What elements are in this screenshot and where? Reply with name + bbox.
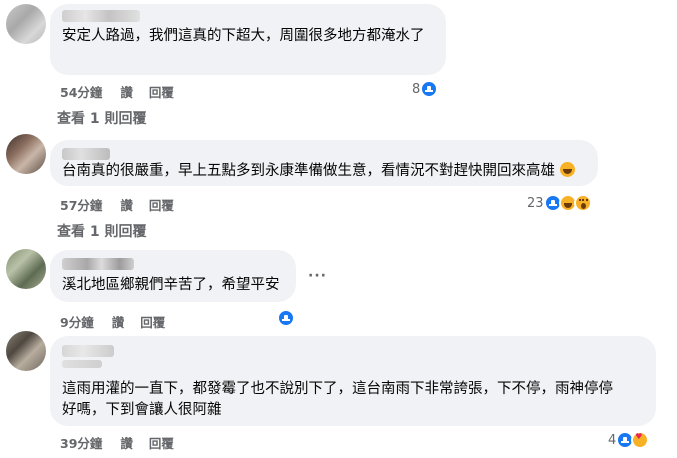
comment-text-line2: 好嗎，下到會讓人很阿雜	[62, 402, 222, 418]
comment-text: 溪北地區鄉親們辛苦了，希望平安	[62, 277, 280, 293]
comment-bubble: 這雨用灌的一直下，都發霉了也不說別下了，這台南雨下非常誇張，下不停，雨神停停 好…	[50, 336, 656, 426]
comment-meta: 54分鐘 讚 回覆	[60, 82, 174, 101]
commenter-name-blurred[interactable]	[62, 258, 134, 270]
comment-text: 安定人路過，我們這真的下超大，周圍很多地方都淹水了	[62, 28, 425, 44]
avatar[interactable]	[6, 134, 46, 174]
reaction-summary[interactable]	[277, 308, 295, 328]
avatar[interactable]	[6, 249, 46, 289]
comment-time[interactable]: 54分鐘	[60, 82, 102, 101]
commenter-name-blurred[interactable]	[62, 148, 110, 160]
comment-text-content: 台南真的很嚴重，早上五點多到永康準備做生意，看情況不對趕快開回來高雄	[62, 163, 555, 179]
reaction-summary[interactable]: 8	[412, 79, 439, 99]
reply-button[interactable]: 回覆	[149, 433, 174, 452]
reaction-count: 4	[608, 432, 617, 448]
like-button[interactable]: 讚	[112, 312, 125, 331]
more-options-icon[interactable]: ···	[308, 268, 327, 284]
comment-text: 台南真的很嚴重，早上五點多到永康準備做生意，看情況不對趕快開回來高雄	[62, 160, 575, 182]
like-button[interactable]: 讚	[120, 82, 133, 101]
comment-time[interactable]: 57分鐘	[60, 195, 102, 214]
comment-text-line1: 這雨用灌的一直下，都發霉了也不說別下了，這台南雨下非常誇張，下不停，雨神停停	[62, 381, 613, 397]
comment-time[interactable]: 9分鐘	[60, 312, 94, 331]
reaction-summary[interactable]: 4	[608, 430, 650, 450]
like-button[interactable]: 讚	[120, 433, 133, 452]
comment-time[interactable]: 39分鐘	[60, 433, 102, 452]
reaction-count: 8	[412, 81, 421, 97]
view-replies-link[interactable]: 查看 1 則回覆	[57, 108, 147, 128]
reply-button[interactable]: 回覆	[149, 195, 174, 214]
reply-button[interactable]: 回覆	[149, 82, 174, 101]
reaction-summary[interactable]: 23	[527, 193, 592, 213]
like-icon	[277, 309, 295, 327]
laughing-emoji-icon	[559, 162, 575, 177]
commenter-name-blurred[interactable]	[62, 345, 114, 357]
comment-meta: 57分鐘 讚 回覆	[60, 195, 174, 214]
heart-face-icon	[631, 431, 650, 449]
wow-icon	[573, 194, 592, 212]
reaction-count: 23	[527, 195, 544, 211]
reply-button[interactable]: 回覆	[140, 312, 165, 331]
avatar[interactable]	[6, 4, 46, 44]
commenter-name-blurred[interactable]	[62, 10, 140, 22]
like-button[interactable]: 讚	[120, 195, 133, 214]
commenter-name-blurred[interactable]	[62, 360, 102, 368]
comment-bubble: 台南真的很嚴重，早上五點多到永康準備做生意，看情況不對趕快開回來高雄	[50, 140, 598, 186]
avatar[interactable]	[6, 331, 46, 371]
like-icon	[420, 80, 439, 98]
comment-meta: 39分鐘 讚 回覆	[60, 433, 174, 452]
view-replies-link[interactable]: 查看 1 則回覆	[57, 221, 147, 241]
comment-meta: 9分鐘 讚 回覆	[60, 312, 165, 331]
